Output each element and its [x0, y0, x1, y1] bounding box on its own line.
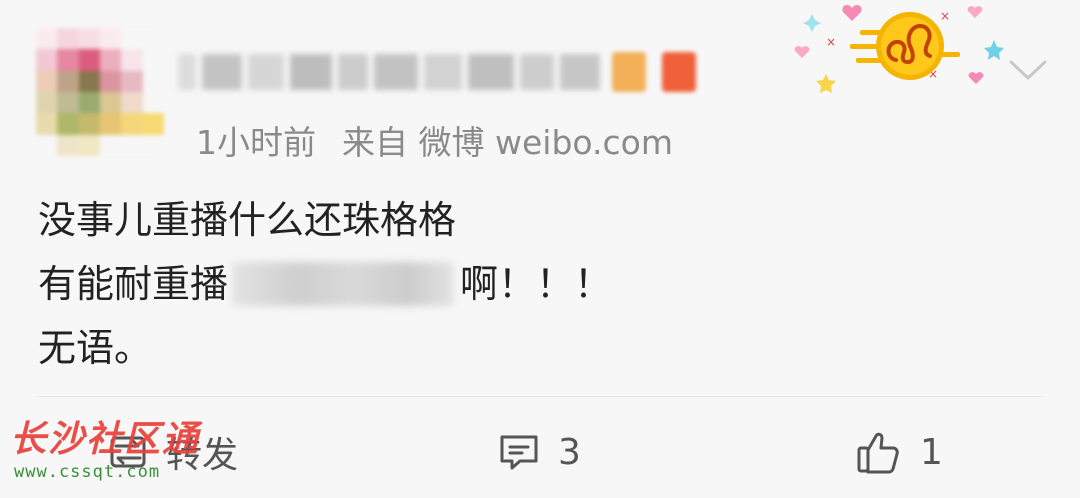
redacted-text — [232, 262, 455, 306]
content-line-2-before: 有能耐重播 — [38, 262, 229, 306]
user-badges — [612, 52, 696, 92]
like-button[interactable]: 1 — [856, 422, 943, 482]
post-meta: 1小时前 来自 微博 weibo.com — [196, 116, 673, 164]
level-badge — [662, 52, 696, 92]
repost-button[interactable]: 转发 — [108, 422, 238, 482]
chevron-down-icon[interactable] — [1008, 58, 1048, 82]
thumbs-up-icon — [857, 432, 899, 474]
content-line-2: 有能耐重播 啊！！！ — [38, 252, 612, 316]
repost-label: 转发 — [166, 435, 239, 476]
content-line-2-after: 啊！！！ — [460, 262, 613, 306]
username-redacted[interactable] — [178, 48, 608, 96]
post-source[interactable]: 来自 微博 weibo.com — [342, 116, 673, 164]
svg-text:×: × — [940, 9, 950, 23]
content-line-3: 无语。 — [38, 326, 153, 370]
post-content: 没事儿重播什么还珠格格 有能耐重播 啊！！！ 无语。 — [38, 188, 612, 380]
avatar[interactable] — [36, 28, 164, 156]
comment-icon — [500, 435, 538, 470]
leo-icon: × × × — [794, 5, 1004, 93]
divider — [38, 396, 1042, 397]
member-badge — [612, 52, 646, 92]
content-line-1: 没事儿重播什么还珠格格 — [38, 198, 457, 242]
svg-text:×: × — [826, 35, 836, 49]
likes-count: 1 — [920, 431, 943, 473]
comments-count: 3 — [558, 431, 581, 473]
comment-button[interactable]: 3 — [498, 422, 581, 482]
post-time: 1小时前 — [196, 123, 316, 162]
repost-icon — [110, 436, 146, 468]
